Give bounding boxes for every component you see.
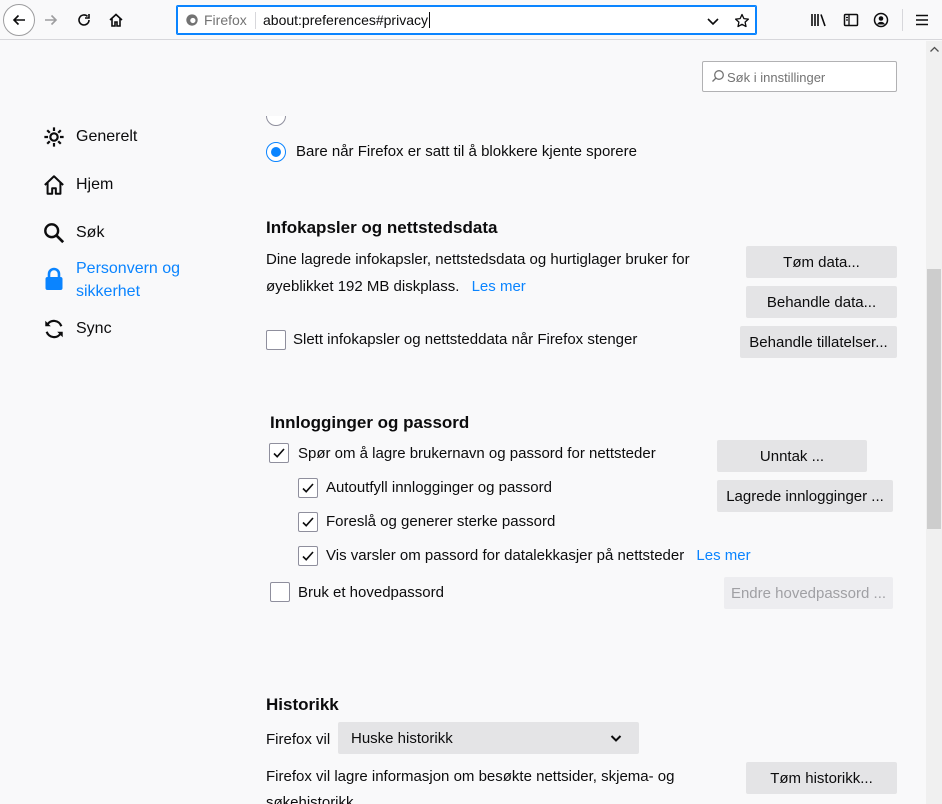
master-password-label: Bruk et hovedpassord <box>298 584 444 601</box>
scroll-up-button[interactable] <box>926 41 942 57</box>
sidebar-toggle-button[interactable] <box>836 5 866 35</box>
exceptions-button[interactable]: Unntak ... <box>717 440 867 472</box>
home-icon <box>42 173 66 197</box>
account-icon <box>873 12 889 28</box>
ask-save-label: Spør om å lagre brukernavn og passord fo… <box>298 445 656 462</box>
autofill-checkbox[interactable] <box>298 478 318 498</box>
checkmark-icon <box>273 448 285 458</box>
suggest-passwords-label: Foreslå og generer sterke passord <box>326 513 556 530</box>
clear-data-button[interactable]: Tøm data... <box>746 246 897 278</box>
delete-on-close-checkbox[interactable] <box>266 330 286 350</box>
breach-alerts-text: Vis varsler om passord for datalekkasjer… <box>326 547 685 564</box>
tracking-radio-known-trackers[interactable] <box>266 142 286 162</box>
chevron-down-icon <box>610 735 622 742</box>
star-icon <box>734 13 750 28</box>
account-button[interactable] <box>866 5 896 35</box>
cookies-description: Dine lagrede infokapsler, nettstedsdata … <box>266 251 690 268</box>
settings-search-box[interactable] <box>702 61 897 92</box>
gear-icon <box>42 125 66 149</box>
category-label: Sync <box>76 320 112 337</box>
scroll-up-arrow-icon <box>929 46 939 52</box>
url-text[interactable]: about:preferences#privacy <box>263 12 430 28</box>
bookmark-star-button[interactable] <box>732 11 752 31</box>
ask-save-checkbox[interactable] <box>269 443 289 463</box>
search-icon <box>712 70 724 82</box>
identity-label: Firefox <box>204 12 247 28</box>
history-heading: Historikk <box>266 695 339 714</box>
toolbar-divider <box>902 9 903 31</box>
firefox-logo-icon <box>186 14 198 26</box>
history-mode-select[interactable]: Huske historikk <box>338 722 639 754</box>
back-arrow-icon <box>12 14 25 26</box>
checkmark-icon <box>302 517 314 527</box>
checkmark-icon <box>302 551 314 561</box>
library-icon <box>811 14 826 27</box>
back-button[interactable] <box>3 4 35 36</box>
text-caret <box>429 12 430 28</box>
breach-learn-more-link[interactable]: Les mer <box>696 547 750 564</box>
delete-on-close-label: Slett infokapsler og nettsteddata når Fi… <box>293 331 638 348</box>
tracking-radio-partial[interactable] <box>266 116 286 126</box>
vertical-scrollbar[interactable] <box>926 41 942 804</box>
url-separator <box>255 12 256 29</box>
breach-alerts-checkbox[interactable] <box>298 546 318 566</box>
cookies-description-line2: øyeblikket 192 MB diskplass. Les mer <box>266 278 526 295</box>
sync-icon <box>42 317 66 341</box>
manage-permissions-button[interactable]: Behandle tillatelser... <box>740 326 897 358</box>
category-search[interactable]: Søk <box>42 221 104 245</box>
change-master-password-button[interactable]: Endre hovedpassord ... <box>724 577 893 609</box>
reload-icon <box>78 14 90 26</box>
category-label: Generelt <box>76 128 138 145</box>
forward-button[interactable] <box>36 5 66 35</box>
breach-alerts-label: Vis varsler om passord for datalekkasjer… <box>326 547 751 564</box>
autofill-label: Autoutfyll innlogginger og passord <box>326 479 552 496</box>
search-icon <box>42 221 66 245</box>
settings-search-input[interactable] <box>727 67 892 87</box>
cookies-heading: Infokapsler og nettstedsdata <box>266 218 498 237</box>
scrollbar-thumb[interactable] <box>927 269 941 529</box>
manage-data-button[interactable]: Behandle data... <box>746 286 897 318</box>
app-menu-button[interactable] <box>907 5 937 35</box>
category-privacy-security[interactable]: Personvern og sikkerhet <box>42 257 196 303</box>
url-history-dropdown[interactable] <box>704 12 722 30</box>
suggest-passwords-checkbox[interactable] <box>298 512 318 532</box>
forward-arrow-icon <box>45 14 58 26</box>
firefox-will-label: Firefox vil <box>266 731 331 748</box>
history-description-line2: søkehistorikk <box>266 794 354 804</box>
history-mode-value: Huske historikk <box>351 730 453 747</box>
category-home[interactable]: Hjem <box>42 173 113 197</box>
identity-box[interactable]: Firefox <box>185 12 247 28</box>
category-label: Personvern og sikkerhet <box>76 260 181 300</box>
category-label: Hjem <box>76 176 114 193</box>
home-icon <box>109 13 123 27</box>
library-button[interactable] <box>804 5 834 35</box>
cookies-learn-more-link[interactable]: Les mer <box>472 278 526 295</box>
logins-heading: Innlogginger og passord <box>270 413 470 432</box>
checkmark-icon <box>302 483 314 493</box>
url-bar[interactable]: Firefox about:preferences#privacy <box>176 5 757 35</box>
home-button[interactable] <box>101 5 131 35</box>
category-label: Søk <box>76 224 105 241</box>
category-sync[interactable]: Sync <box>42 317 112 341</box>
cookies-usage-text: øyeblikket 192 MB diskplass. <box>266 278 460 295</box>
saved-logins-button[interactable]: Lagrede innlogginger ... <box>717 480 893 512</box>
hamburger-menu-icon <box>916 14 928 26</box>
clear-history-button[interactable]: Tøm historikk... <box>746 762 897 794</box>
sidebar-icon <box>843 13 859 27</box>
url-value: about:preferences#privacy <box>263 12 428 28</box>
reload-button[interactable] <box>69 5 99 35</box>
category-general[interactable]: Generelt <box>42 125 137 149</box>
navigation-toolbar: Firefox about:preferences#privacy <box>0 0 942 40</box>
master-password-checkbox[interactable] <box>270 582 290 602</box>
chevron-down-icon <box>707 18 719 26</box>
lock-icon <box>42 267 66 291</box>
history-description: Firefox vil lagre informasjon om besøkte… <box>266 768 675 785</box>
tracking-radio-label: Bare når Firefox er satt til å blokkere … <box>296 143 637 160</box>
